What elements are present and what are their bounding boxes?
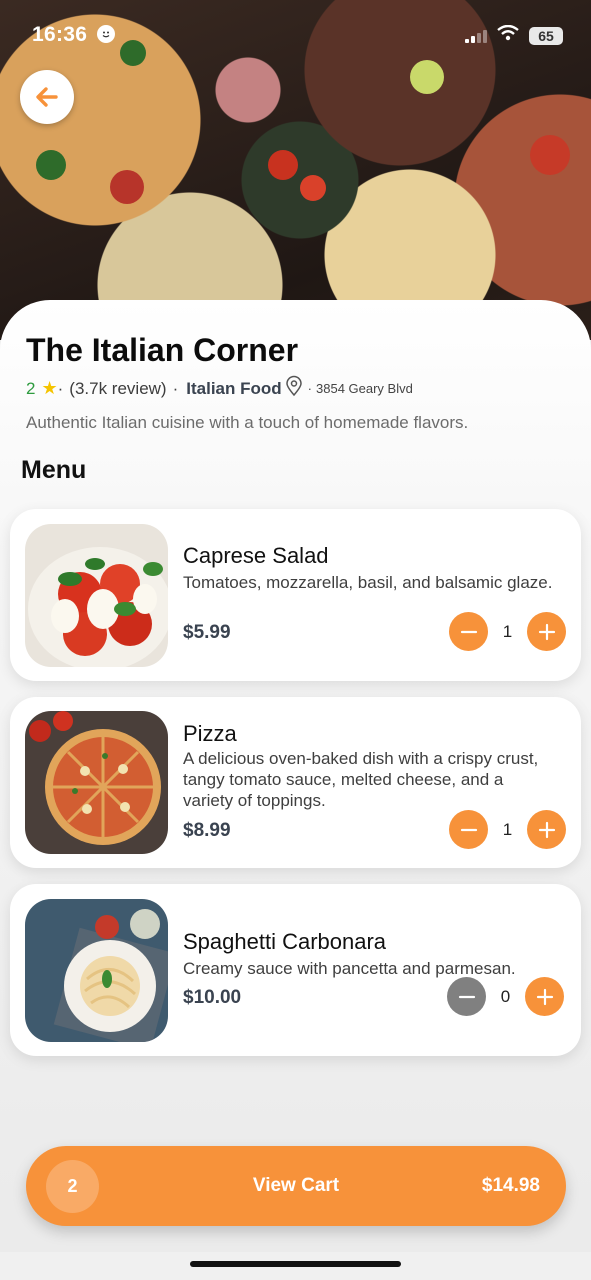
signal-icon (465, 29, 487, 43)
increase-quantity-button[interactable] (527, 810, 566, 849)
menu-item-description: A delicious oven-baked dish with a crisp… (183, 749, 539, 810)
menu-item-name: Spaghetti Carbonara (183, 929, 387, 954)
menu-item-price: $10.00 (183, 987, 242, 1008)
back-arrow-icon (36, 87, 58, 107)
menu-item-name: Caprese Salad (183, 543, 329, 568)
star-icon: ★ (41, 378, 58, 398)
quantity-value: 1 (502, 621, 513, 641)
caprese-salad-image (25, 524, 168, 667)
location-pin-icon (284, 375, 304, 402)
wifi-icon (497, 24, 519, 46)
plus-icon (538, 623, 555, 640)
menu-item-description: Creamy sauce with pancetta and parmesan. (183, 959, 516, 978)
view-cart-button[interactable]: 2 View Cart $14.98 (26, 1146, 566, 1226)
plus-icon (536, 988, 553, 1005)
meta-separator: · (57, 378, 64, 398)
quantity-value: 0 (500, 986, 511, 1006)
meta-separator: · (307, 381, 312, 396)
meta-separator: · (172, 378, 179, 398)
face-id-icon (97, 25, 115, 43)
status-time: 16:36 (32, 23, 88, 46)
quantity-value: 1 (502, 819, 513, 839)
menu-heading: Menu (21, 456, 87, 484)
decrease-quantity-button[interactable] (449, 612, 488, 651)
battery-icon: 65 (529, 26, 563, 45)
quantity-stepper: 1 (449, 810, 566, 849)
menu-item-description: Tomatoes, mozzarella, basil, and balsami… (183, 573, 553, 592)
status-bar: 16:36 65 (0, 0, 591, 70)
decrease-quantity-button[interactable] (449, 810, 488, 849)
menu-item-price: $5.99 (183, 622, 231, 643)
restaurant-description: Authentic Italian cuisine with a touch o… (26, 413, 469, 432)
pizza-image (25, 711, 168, 854)
review-count[interactable]: (3.7k review) (69, 379, 166, 399)
restaurant-meta: 2 ★ · (3.7k review) · Italian Food · 385… (26, 375, 413, 402)
menu-item-name: Pizza (183, 721, 237, 746)
quantity-stepper: 0 (447, 977, 564, 1016)
minus-icon (460, 828, 477, 831)
restaurant-address: 3854 Geary Blvd (316, 381, 413, 396)
increase-quantity-button[interactable] (525, 977, 564, 1016)
home-indicator[interactable] (190, 1261, 401, 1267)
rating-value: 2 (26, 378, 36, 398)
menu-item-card[interactable]: Pizza A delicious oven-baked dish with a… (10, 697, 581, 868)
increase-quantity-button[interactable] (527, 612, 566, 651)
quantity-stepper: 1 (449, 612, 566, 651)
menu-item-card[interactable]: Spaghetti Carbonara Creamy sauce with pa… (10, 884, 581, 1056)
cart-total: $14.98 (481, 1175, 540, 1196)
decrease-quantity-button[interactable] (447, 977, 486, 1016)
menu-item-card[interactable]: Caprese Salad Tomatoes, mozzarella, basi… (10, 509, 581, 681)
menu-item-price: $8.99 (183, 820, 231, 841)
minus-icon (458, 995, 475, 998)
restaurant-category: Italian Food (186, 378, 282, 398)
back-button[interactable] (20, 70, 74, 124)
plus-icon (538, 821, 555, 838)
minus-icon (460, 630, 477, 633)
spaghetti-carbonara-image (25, 899, 168, 1042)
restaurant-name: The Italian Corner (26, 332, 299, 368)
